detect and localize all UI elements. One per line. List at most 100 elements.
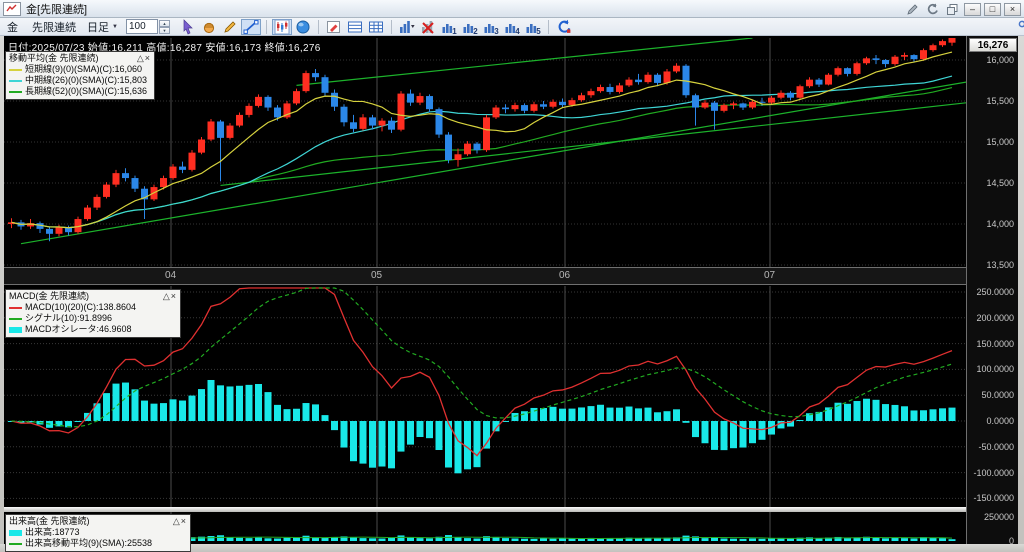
board-rows-button[interactable] xyxy=(345,19,365,35)
legend-collapse-close-icons[interactable]: △× xyxy=(163,291,177,302)
sphere-view-button[interactable] xyxy=(293,19,313,35)
legend-swatch xyxy=(9,529,22,536)
legend-swatch xyxy=(9,317,22,320)
macd-histogram xyxy=(8,379,956,474)
legend-item: 出来高移動平均(9)(SMA):25538 xyxy=(9,538,187,549)
month-tick-label: 06 xyxy=(559,270,571,281)
toolbar-separator xyxy=(547,19,549,34)
copy-window-icon[interactable] xyxy=(944,2,961,16)
indicator-5-button[interactable]: 5 xyxy=(523,19,543,35)
period-value: 日足 xyxy=(87,21,109,34)
remove-indicator-button[interactable] xyxy=(418,19,438,35)
reload-button[interactable] xyxy=(554,19,574,35)
toolbar-separator xyxy=(390,19,392,34)
macd-legend: MACD(金 先限連続) △× MACD(10)(20)(C):138.8604 シグ… xyxy=(5,289,181,338)
legend-swatch xyxy=(9,306,22,309)
y-axis-tick: -50.0000 xyxy=(978,441,1014,452)
window-right-border xyxy=(1018,36,1024,552)
contract-label[interactable]: 先限連続 xyxy=(32,19,76,35)
legend-swatch xyxy=(9,542,22,545)
month-tick-label: 07 xyxy=(764,270,776,281)
legend-item-label: 長期線(52)(0)(SMA)(C):15,636 xyxy=(25,86,148,96)
y-axis-tick: 14,000 xyxy=(986,218,1014,229)
indicator-4-button[interactable]: 4 xyxy=(502,19,522,35)
y-axis-tick: 100.0000 xyxy=(976,364,1014,375)
y-axis-tick: 15,000 xyxy=(986,136,1014,147)
bars-count-input[interactable]: 100 xyxy=(125,19,158,34)
y-axis-tick: 250000 xyxy=(983,512,1014,522)
chevron-down-icon: ▼ xyxy=(112,23,118,30)
legend-swatch xyxy=(9,79,22,82)
y-axis-tick: 0.0000 xyxy=(986,416,1014,426)
legend-item: シグナル(10):91.8996 xyxy=(9,313,177,324)
toolbar-separator xyxy=(317,19,319,34)
legend-item-label: シグナル(10):91.8996 xyxy=(25,313,113,323)
price-axis-column[interactable]: 16,276 16,000 15,500 15,000 14,500 14,000 13,… xyxy=(966,36,1018,546)
legend-item-label: 出来高:18773 xyxy=(25,527,80,537)
legend-title: 出来高(金 先限連続) xyxy=(9,516,90,526)
toolbar: 金 先限連続 日足 ▼ 100 ▲ ▼ 1 2 3 4 5 xyxy=(0,18,1024,36)
svg-text:4: 4 xyxy=(515,27,520,35)
legend-item-label: 中期線(26)(0)(SMA)(C):15,803 xyxy=(25,75,148,85)
close-button[interactable]: × xyxy=(1004,2,1021,16)
trendline-tool-button[interactable] xyxy=(240,18,261,35)
indicator-2-button[interactable]: 2 xyxy=(460,19,480,35)
memo-window-button[interactable] xyxy=(324,19,344,35)
window-title: 金[先限連続] xyxy=(26,3,88,16)
svg-text:1: 1 xyxy=(452,27,457,35)
app-window: 金[先限連続] – □ × 金 先限連続 日足 ▼ 100 ▲ ▼ 1 2 3 … xyxy=(0,0,1024,552)
chart-window-icon xyxy=(3,1,21,16)
svg-text:5: 5 xyxy=(536,27,541,35)
legend-item: MACD(10)(20)(C):138.8604 xyxy=(9,302,177,313)
legend-item-label: 出来高移動平均(9)(SMA):25538 xyxy=(25,538,153,548)
indicator-1-button[interactable]: 1 xyxy=(439,19,459,35)
title-bar: 金[先限連続] – □ × xyxy=(0,0,1024,18)
y-axis-tick: 250.0000 xyxy=(976,287,1014,297)
spin-up-icon[interactable]: ▲ xyxy=(158,19,170,27)
board-grid-button[interactable] xyxy=(366,19,386,35)
legend-item-label: MACD(10)(20)(C):138.8604 xyxy=(25,302,137,312)
svg-text:3: 3 xyxy=(494,27,499,35)
current-price-badge: 16,276 xyxy=(969,38,1017,52)
trendline xyxy=(220,102,966,187)
y-axis-tick: 150.0000 xyxy=(976,338,1014,349)
legend-item: 長期線(52)(0)(SMA)(C):15,636 xyxy=(9,86,151,97)
legend-item: 中期線(26)(0)(SMA)(C):15,803 xyxy=(9,75,151,86)
legend-swatch xyxy=(9,68,22,71)
y-axis-tick: 15,500 xyxy=(986,95,1014,106)
legend-title: MACD(金 先限連続) xyxy=(9,291,89,301)
y-axis-tick: -150.0000 xyxy=(973,493,1014,504)
month-tick-label: 04 xyxy=(165,270,177,281)
legend-item: MACDオシレータ:46.9608 xyxy=(9,324,177,335)
draw-pencil-button[interactable] xyxy=(220,19,240,35)
spin-down-icon[interactable]: ▼ xyxy=(158,26,170,34)
volume-legend: 出来高(金 先限連続) △× 出来高:18773 出来高移動平均(9)(SMA):25… xyxy=(5,514,191,552)
hand-tool-button[interactable] xyxy=(199,19,219,35)
y-axis-tick: 16,000 xyxy=(986,54,1014,65)
y-axis-tick: 0 xyxy=(1008,536,1014,546)
legend-item-label: MACDオシレータ:46.9608 xyxy=(25,324,132,334)
maximize-button[interactable]: □ xyxy=(984,2,1001,16)
toolbar-separator xyxy=(265,19,267,34)
toolbar-icons: 1 2 3 4 5 xyxy=(178,18,574,35)
indicator-3-button[interactable]: 3 xyxy=(481,19,501,35)
pen-icon[interactable] xyxy=(904,2,921,16)
symbol-label[interactable]: 金 xyxy=(7,19,18,35)
legend-item: 短期線(9)(0)(SMA)(C):16,060 xyxy=(9,64,151,75)
date-axis: 04 05 06 07 xyxy=(4,267,966,285)
select-tool-button[interactable] xyxy=(178,18,198,35)
y-axis-tick: 14,500 xyxy=(986,177,1014,188)
y-axis-tick: 200.0000 xyxy=(976,312,1014,323)
bars-count-stepper[interactable]: 100 ▲ ▼ xyxy=(125,19,170,34)
refresh-icon[interactable] xyxy=(924,2,941,16)
ma-legend: 移動平均(金 先限連続) △× 短期線(9)(0)(SMA)(C):16,060 中期… xyxy=(5,51,155,100)
month-tick-label: 05 xyxy=(371,270,383,281)
minimize-button[interactable]: – xyxy=(964,2,981,16)
period-dropdown[interactable]: 日足 ▼ xyxy=(87,19,118,35)
legend-collapse-close-icons[interactable]: △× xyxy=(173,516,187,527)
legend-collapse-close-icons[interactable]: △× xyxy=(137,53,151,64)
svg-text:2: 2 xyxy=(473,27,478,35)
legend-item-label: 短期線(9)(0)(SMA)(C):16,060 xyxy=(25,64,143,74)
indicator-menu-button[interactable] xyxy=(397,19,417,35)
candlestick-chart-button[interactable] xyxy=(271,18,292,35)
